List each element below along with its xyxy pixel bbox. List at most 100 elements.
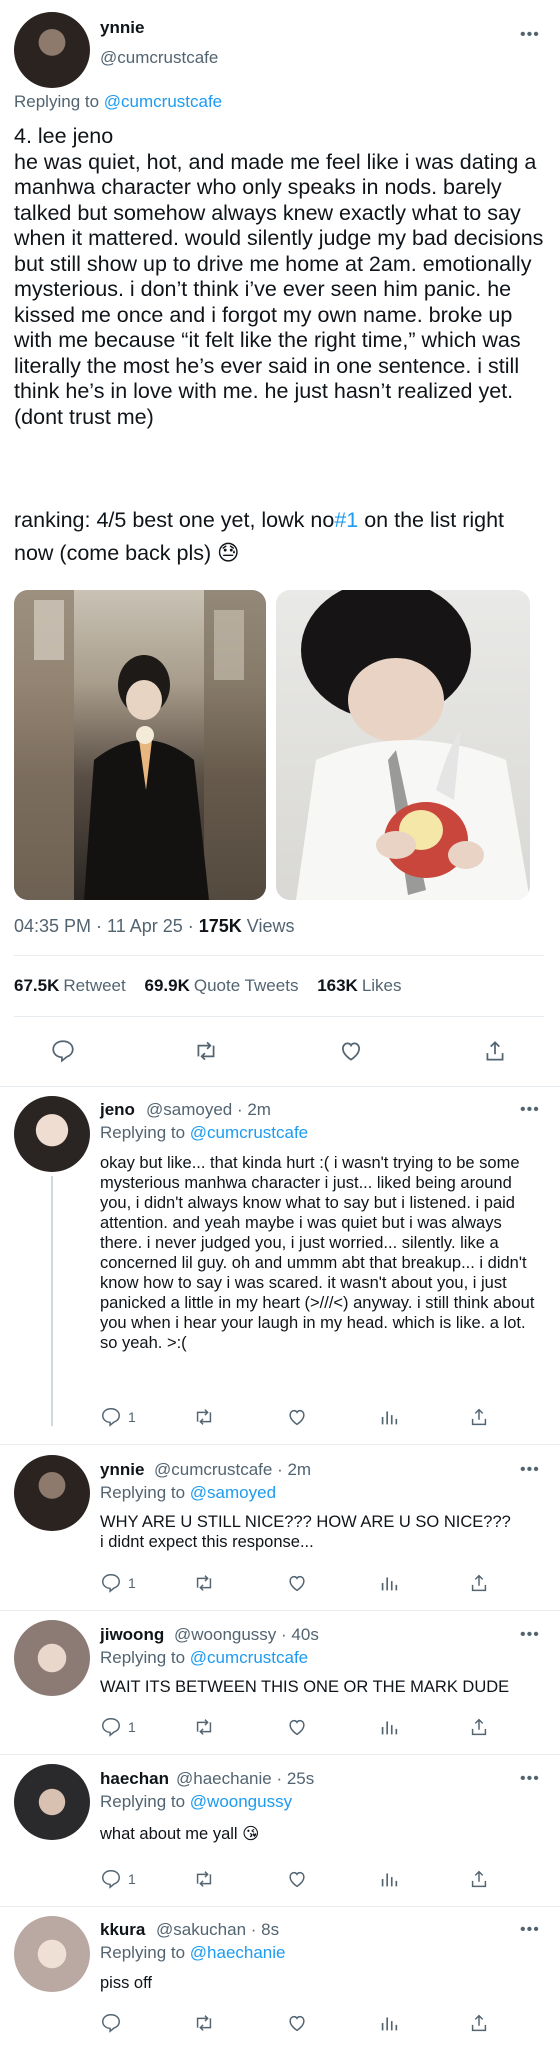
share-button[interactable] [468,2012,490,2034]
photo-2-illustration [296,590,530,900]
retweets-count: 67.5K [14,976,60,995]
analytics-button[interactable] [378,1716,400,1738]
analytics-icon [381,1873,398,1887]
divider [14,955,544,956]
replying-label: Replying to [100,1123,190,1142]
replying-link[interactable]: @cumcrustcafe [190,1123,308,1142]
share-icon [471,1574,487,1592]
replying-link[interactable]: @woongussy [190,1792,292,1811]
divider [0,1444,560,1445]
retweet-stat[interactable]: 67.5K Retweet [14,976,126,995]
more-icon[interactable]: ••• [520,1770,540,1788]
replying-label: Replying to [100,1943,190,1962]
divider [14,1016,544,1017]
reply-text: WHY ARE U STILL NICE??? HOW ARE U SO NIC… [100,1513,511,1551]
like-button[interactable] [286,1572,308,1594]
reply-button[interactable]: 1 [100,1716,136,1738]
reply-meta[interactable]: @cumcrustcafe · 2m [154,1460,311,1480]
reply-replying-to: Replying to @cumcrustcafe [100,1648,308,1668]
share-button[interactable] [468,1572,490,1594]
ranking-hashtag[interactable]: #1 [334,508,358,532]
more-icon[interactable]: ••• [520,1101,540,1119]
analytics-icon [381,2017,398,2031]
reply-display-name[interactable]: jeno [100,1100,135,1120]
main-handle[interactable]: @cumcrustcafe [100,48,218,68]
reply-avatar[interactable] [14,1916,90,1992]
reply-display-name[interactable]: ynnie [100,1460,144,1480]
retweet-button[interactable] [192,1716,216,1738]
like-button[interactable] [286,1406,308,1428]
replying-link[interactable]: @cumcrustcafe [104,92,222,111]
like-icon [289,1719,305,1736]
replying-link[interactable]: @cumcrustcafe [190,1648,308,1667]
reply-icon [52,1040,74,1063]
reply-display-name[interactable]: kkura [100,1920,145,1940]
replying-label: Replying to [14,92,104,111]
analytics-button[interactable] [378,1868,400,1890]
replying-link[interactable]: @haechanie [190,1943,286,1962]
like-button[interactable] [286,1716,308,1738]
analytics-icon [381,1577,398,1591]
reply-avatar[interactable] [14,1455,90,1531]
like-icon [289,1409,305,1426]
reply-count: 1 [128,1575,136,1591]
replying-link[interactable]: @samoyed [190,1483,276,1502]
tweet-photo-2[interactable] [276,590,530,900]
like-button[interactable] [286,1868,308,1890]
retweet-button[interactable] [192,1038,220,1064]
likes-stat[interactable]: 163K Likes [317,976,401,995]
reply-text: piss off [100,1974,152,1992]
retweet-button[interactable] [192,2012,216,2034]
analytics-button[interactable] [378,1572,400,1594]
share-button[interactable] [468,1406,490,1428]
replying-label: Replying to [100,1483,190,1502]
reply-display-name[interactable]: jiwoong [100,1625,164,1645]
reply-button[interactable]: 1 [100,1406,136,1428]
views-label: Views [241,916,295,936]
reply-button[interactable]: 1 [100,1572,136,1594]
quotes-label: Quote Tweets [193,976,299,995]
reply-avatar[interactable] [14,1764,90,1840]
like-button[interactable] [286,2012,308,2034]
tweet-time: 04:35 PM · 11 Apr 25 · [14,916,199,936]
reply-meta[interactable]: @samoyed · 2m [146,1100,271,1120]
share-button[interactable] [468,1868,490,1890]
quote-stat[interactable]: 69.9K Quote Tweets [144,976,298,995]
reply-meta[interactable]: @woongussy · 40s [174,1625,319,1645]
replying-label: Replying to [100,1648,190,1667]
reply-avatar[interactable] [14,1096,90,1172]
share-icon [471,1718,487,1736]
reply-count: 1 [128,1409,136,1425]
analytics-button[interactable] [378,2012,400,2034]
reply-avatar[interactable] [14,1620,90,1696]
retweet-button[interactable] [192,1868,216,1890]
share-icon [471,2014,487,2032]
reply-button[interactable]: 1 [100,1868,136,1890]
reply-button[interactable] [50,1038,76,1064]
analytics-icon [381,1721,398,1735]
retweet-button[interactable] [192,1572,216,1594]
analytics-icon [381,1411,398,1425]
reply-icon [102,1870,120,1889]
reply-meta[interactable]: @haechanie · 25s [176,1769,314,1789]
more-icon[interactable]: ••• [520,1921,540,1939]
more-icon[interactable]: ••• [520,1461,540,1479]
tweet-photo-1[interactable] [14,590,266,900]
reply-meta[interactable]: @sakuchan · 8s [156,1920,279,1940]
share-button[interactable] [482,1038,508,1064]
share-button[interactable] [468,1716,490,1738]
reply-button[interactable] [100,2012,128,2034]
more-icon[interactable]: ••• [520,26,540,44]
main-avatar[interactable] [14,12,90,88]
like-button[interactable] [338,1038,364,1064]
reply-display-name[interactable]: haechan [100,1769,169,1789]
main-display-name[interactable]: ynnie [100,18,144,38]
more-icon[interactable]: ••• [520,1626,540,1644]
retweet-button[interactable] [192,1406,216,1428]
share-icon [471,1870,487,1888]
retweet-icon [197,1041,215,1061]
divider [0,1754,560,1755]
analytics-button[interactable] [378,1406,400,1428]
quotes-count: 69.9K [144,976,190,995]
thread-line [51,1176,53,1426]
